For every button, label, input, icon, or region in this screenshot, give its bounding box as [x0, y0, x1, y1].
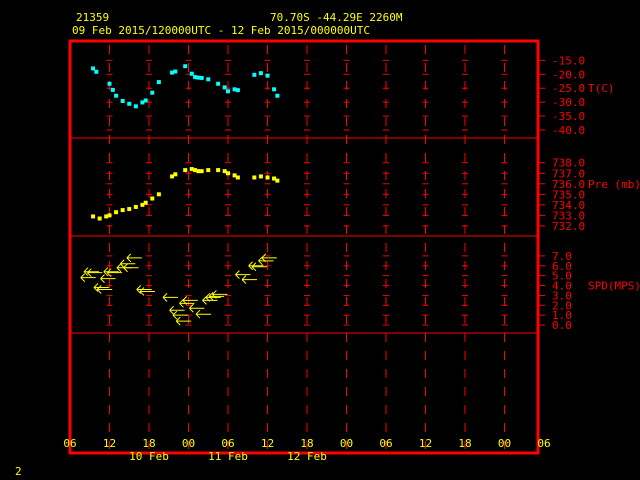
temperature-point — [94, 69, 99, 74]
y-tick-label: -35.0 — [552, 110, 585, 123]
pressure-point — [199, 169, 204, 174]
temperature-point — [252, 72, 257, 77]
temperature-point — [216, 81, 221, 86]
x-tick-label: 06 — [221, 437, 234, 450]
x-tick-label: 06 — [63, 437, 76, 450]
temperature-point — [133, 104, 138, 109]
wind-arrow — [195, 309, 211, 319]
pressure-point — [107, 213, 112, 218]
pressure-point — [258, 174, 263, 179]
y-tick-label: 0.0 — [552, 319, 572, 332]
x-tick-label: 18 — [142, 437, 155, 450]
meteogram-chart: -15.0-20.0-25.0-30.0-35.0-40.0T(C)738.07… — [63, 39, 640, 463]
y-tick-label: 732.0 — [552, 220, 585, 233]
wind-arrow — [172, 310, 188, 320]
wind-arrow — [162, 293, 179, 302]
y-tick-label: -40.0 — [552, 124, 585, 137]
pressure-point — [133, 204, 138, 209]
wind-arrow — [139, 287, 155, 296]
pressure-point — [143, 200, 148, 205]
day-label: 11 Feb — [208, 450, 248, 463]
day-label: 10 Feb — [129, 450, 169, 463]
temperature-point — [120, 99, 125, 104]
pressure-point — [120, 208, 125, 213]
pressure-point — [150, 196, 155, 201]
temperature-point — [272, 87, 277, 92]
y-tick-label: -15.0 — [552, 54, 585, 67]
wind-arrow — [251, 262, 267, 272]
wind-arrow — [241, 275, 258, 284]
x-tick-label: 12 — [419, 437, 432, 450]
wind-arrow — [208, 292, 225, 301]
y-tick-label: -30.0 — [552, 96, 585, 109]
wind-arrow — [80, 273, 96, 282]
pressure-point — [97, 216, 102, 221]
pressure-point — [226, 171, 230, 176]
temperature-point — [127, 101, 132, 106]
temperature-point — [143, 98, 148, 103]
pressure-point — [156, 192, 161, 197]
x-tick-label: 12 — [261, 437, 274, 450]
temperature-point — [173, 69, 178, 74]
temperature-point — [206, 77, 211, 82]
temperature-point — [107, 81, 112, 86]
pressure-point — [265, 175, 270, 180]
x-tick-label: 00 — [182, 437, 195, 450]
wind-arrow — [126, 253, 142, 263]
x-tick-label: 18 — [458, 437, 471, 450]
wind-arrow — [123, 263, 139, 273]
temperature-point — [150, 90, 155, 95]
wind-arrow — [106, 268, 123, 278]
pressure-point — [114, 210, 119, 215]
temperature-point — [183, 64, 188, 69]
wind-arrow — [235, 270, 251, 280]
x-tick-label: 00 — [498, 437, 511, 450]
panel-label-0: T(C) — [588, 82, 615, 95]
temperature-point — [265, 73, 270, 78]
temperature-point — [235, 88, 240, 93]
wind-arrow — [189, 303, 205, 313]
temperature-point — [199, 75, 204, 80]
temperature-point — [156, 80, 161, 85]
panel-label-2: SPD(MPS) — [588, 280, 640, 293]
temperature-point — [114, 93, 119, 98]
pressure-point — [91, 214, 96, 219]
wind-arrow — [119, 259, 136, 269]
pressure-point — [235, 175, 240, 180]
wind-arrow — [169, 305, 185, 315]
y-tick-label: -20.0 — [552, 68, 585, 81]
x-tick-label: 06 — [379, 437, 392, 450]
plot-frame — [68, 39, 540, 455]
x-tick-label: 18 — [300, 437, 313, 450]
wind-arrow — [93, 283, 109, 292]
temperature-point — [275, 93, 280, 98]
temperature-point — [258, 71, 263, 76]
pressure-point — [173, 172, 178, 177]
x-tick-label: 06 — [537, 437, 550, 450]
panel-label-1: Pre (mb) — [588, 178, 640, 191]
pressure-point — [127, 207, 132, 212]
pressure-point — [216, 168, 221, 173]
pressure-point — [183, 168, 188, 173]
x-tick-label: 12 — [103, 437, 116, 450]
x-tick-label: 00 — [340, 437, 353, 450]
pressure-point — [252, 175, 257, 180]
temperature-point — [222, 85, 227, 90]
temperature-point — [110, 87, 115, 92]
day-label: 12 Feb — [287, 450, 327, 463]
wind-arrow — [86, 268, 103, 278]
y-tick-label: -25.0 — [552, 82, 585, 95]
temperature-point — [226, 89, 230, 94]
pressure-point — [206, 168, 211, 173]
pressure-point — [275, 178, 280, 183]
